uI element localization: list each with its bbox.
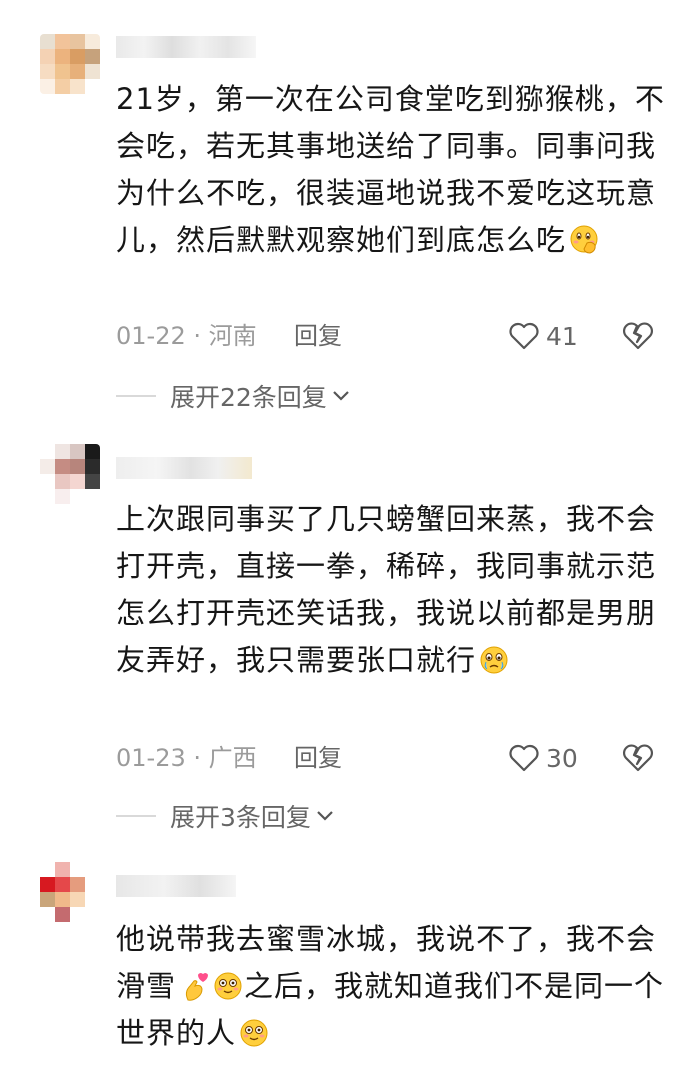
date-location: 01-23 · 广西	[116, 744, 257, 772]
holding-back-tears-emoji	[480, 646, 508, 674]
comment-text-container: 上次跟同事买了几只螃蟹回来蒸，我不会打开壳，直接一拳，稀碎，我同事就示范怎么打开…	[116, 496, 676, 684]
date-location: 01-22 · 河南	[116, 322, 257, 350]
comment-text-container: 他说带我去蜜雪冰城，我说不了，我不会滑雪 之后，我就知道我们不是同一个世界的人	[116, 916, 676, 1057]
like-button[interactable]: 30	[508, 741, 578, 775]
avatar[interactable]	[40, 444, 100, 504]
username[interactable]	[116, 36, 256, 58]
like-button[interactable]: 41	[508, 319, 578, 353]
heart-icon	[509, 744, 539, 772]
chevron-down-icon	[317, 811, 333, 821]
divider-line	[116, 395, 156, 397]
heart-icon	[509, 322, 539, 350]
finger-heart-emoji	[185, 973, 209, 1001]
broken-heart-icon[interactable]	[622, 320, 654, 352]
broken-heart-icon[interactable]	[622, 742, 654, 774]
like-count: 41	[546, 321, 578, 351]
avatar[interactable]	[40, 34, 100, 94]
expand-replies-label: 展开22条回复	[170, 383, 327, 412]
comment-text-container: 21岁，第一次在公司食堂吃到猕猴桃，不会吃，若无其事地送给了同事。同事问我为什么…	[116, 76, 676, 264]
flushed-face-emoji	[214, 972, 242, 1000]
comment-meta: 01-23 · 广西 回复	[116, 741, 342, 775]
flushed-face-emoji	[240, 1019, 268, 1047]
like-count: 30	[546, 743, 578, 773]
comment-text: 上次跟同事买了几只螃蟹回来蒸，我不会打开壳，直接一拳，稀碎，我同事就示范怎么打开…	[116, 502, 657, 677]
comment-meta: 01-22 · 河南 回复	[116, 319, 342, 353]
reply-button[interactable]: 回复	[294, 319, 342, 353]
username[interactable]	[116, 457, 252, 479]
smiling-hand-over-mouth-emoji	[570, 225, 598, 254]
avatar[interactable]	[40, 862, 100, 922]
username[interactable]	[116, 875, 236, 897]
divider-line	[116, 815, 156, 817]
reply-button[interactable]: 回复	[294, 741, 342, 775]
expand-replies-label: 展开3条回复	[170, 803, 311, 832]
expand-replies-button[interactable]: 展开22条回复	[116, 379, 351, 413]
chevron-down-icon	[333, 391, 349, 401]
expand-replies-button[interactable]: 展开3条回复	[116, 799, 335, 833]
